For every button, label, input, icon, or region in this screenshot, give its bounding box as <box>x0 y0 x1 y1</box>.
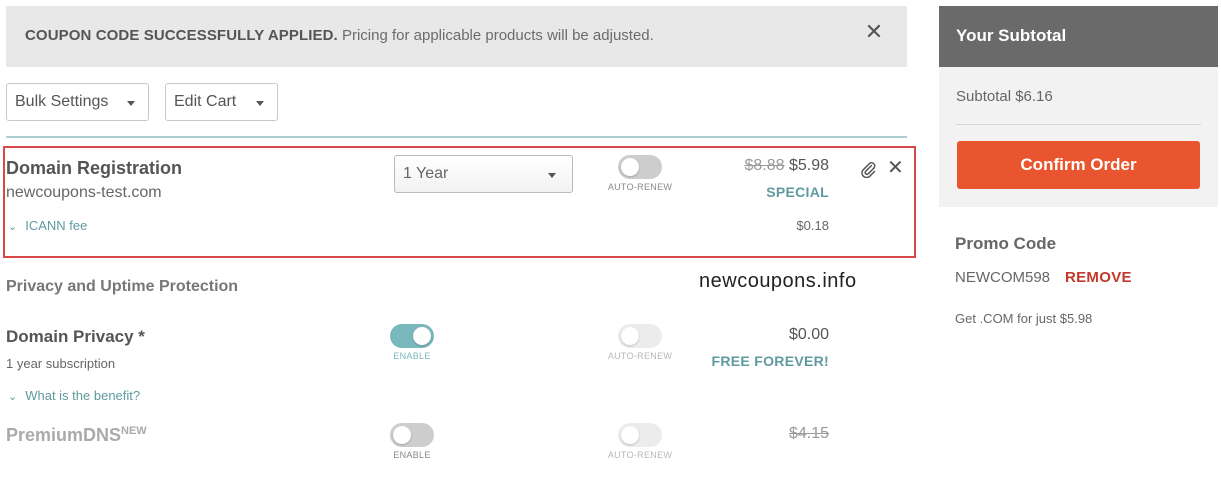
edit-cart-label: Edit Cart <box>174 93 237 110</box>
privacy-subtitle: 1 year subscription <box>6 356 116 371</box>
subtotal-card: Your Subtotal Subtotal $6.16 Confirm Ord… <box>939 6 1218 207</box>
caret-down-icon <box>548 173 556 178</box>
autorenew-label: AUTO-RENEW <box>607 450 673 460</box>
premiumdns-enable-toggle[interactable] <box>390 423 434 447</box>
alert-message: COUPON CODE SUCCESSFULLY APPLIED. Pricin… <box>25 27 654 44</box>
watermark-text: newcoupons.info <box>699 270 857 292</box>
new-price: $5.98 <box>788 157 829 174</box>
toggle-knob <box>393 426 411 444</box>
domain-privacy-title: Domain Privacy * <box>6 327 145 346</box>
section-header: Privacy and Uptime Protection <box>6 278 239 295</box>
domain-registration-title: Domain Registration <box>6 158 183 178</box>
caret-down-icon <box>127 101 135 106</box>
close-icon[interactable]: ✕ <box>863 21 885 43</box>
premiumdns-autorenew-toggle[interactable] <box>618 423 662 447</box>
premiumdns-title: PremiumDNSNEW <box>6 425 147 446</box>
old-price: $4.15 <box>788 425 829 442</box>
icann-fee-toggle[interactable]: ⌄ ICANN fee <box>8 218 87 233</box>
benefit-link[interactable]: ⌄ What is the benefit? <box>8 388 140 403</box>
subtotal-header: Your Subtotal <box>939 6 1218 67</box>
subtotal-heading: Your Subtotal <box>956 26 1067 45</box>
period-value: 1 Year <box>403 165 449 182</box>
promo-code: NEWCOM598 <box>955 269 1051 286</box>
icann-fee-price: $0.18 <box>796 218 829 233</box>
chevron-down-icon: ⌄ <box>8 391 18 403</box>
edit-cart-button[interactable]: Edit Cart <box>165 83 278 121</box>
bulk-settings-label: Bulk Settings <box>15 93 109 110</box>
confirm-order-button[interactable]: Confirm Order <box>957 141 1200 189</box>
free-forever-badge: FREE FOREVER! <box>711 353 829 369</box>
premiumdns-price: $4.15 <box>700 425 829 443</box>
bulk-settings-button[interactable]: Bulk Settings <box>6 83 149 121</box>
promo-description: Get .COM for just $5.98 <box>955 311 1093 326</box>
section-divider <box>6 136 907 138</box>
enable-label: ENABLE <box>393 351 431 361</box>
new-badge: NEW <box>121 425 147 437</box>
caret-down-icon <box>256 101 264 106</box>
toggle-knob <box>621 158 639 176</box>
benefit-label: What is the benefit? <box>25 388 141 403</box>
sidebar-divider <box>956 124 1201 125</box>
paperclip-icon[interactable] <box>859 160 877 178</box>
domain-autorenew-toggle[interactable] <box>618 155 662 179</box>
remove-promo-link[interactable]: REMOVE <box>1065 269 1132 286</box>
domain-name: newcoupons-test.com <box>6 184 162 201</box>
icann-fee-label: ICANN fee <box>25 218 88 233</box>
privacy-enable-toggle[interactable] <box>390 324 434 348</box>
toggle-knob <box>621 327 639 345</box>
domain-price: $8.88 $5.98 <box>700 157 829 175</box>
coupon-alert: COUPON CODE SUCCESSFULLY APPLIED. Pricin… <box>6 6 907 67</box>
promo-heading: Promo Code <box>955 234 1057 253</box>
privacy-autorenew-toggle[interactable] <box>618 324 662 348</box>
alert-bold-text: COUPON CODE SUCCESSFULLY APPLIED. <box>25 27 338 44</box>
old-price: $8.88 <box>744 157 785 174</box>
subtotal-value: Subtotal $6.16 <box>956 88 1053 105</box>
alert-text: Pricing for applicable products will be … <box>341 27 654 44</box>
toggle-knob <box>413 327 431 345</box>
chevron-down-icon: ⌄ <box>8 221 18 233</box>
toggle-knob <box>621 426 639 444</box>
remove-item-icon[interactable]: ✕ <box>887 158 904 178</box>
enable-label: ENABLE <box>393 450 431 460</box>
autorenew-label: AUTO-RENEW <box>607 182 673 192</box>
special-badge: SPECIAL <box>766 184 829 200</box>
privacy-price: $0.00 <box>788 326 829 343</box>
period-select[interactable]: 1 Year <box>394 155 573 193</box>
premiumdns-label: PremiumDNS <box>6 425 122 445</box>
